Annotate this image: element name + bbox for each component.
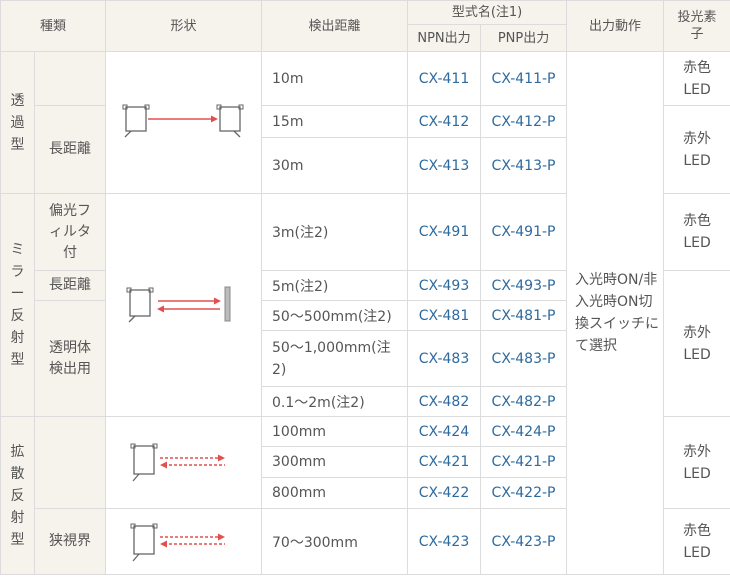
led-type: 赤色LED — [663, 193, 730, 271]
model-npn-link[interactable]: CX-482 — [407, 386, 482, 417]
led-type: 赤色LED — [663, 51, 730, 106]
model-npn-link[interactable]: CX-421 — [407, 446, 482, 478]
distance-cell: 15m — [261, 105, 409, 138]
shape-diffuse — [105, 416, 263, 509]
header-pnp: PNP出力 — [480, 24, 568, 52]
subcategory-empty — [33, 51, 107, 106]
category-through: 透過型 — [0, 51, 35, 194]
model-pnp-link[interactable]: CX-411-P — [480, 51, 568, 106]
header-npn: NPN出力 — [407, 24, 482, 52]
model-npn-link[interactable]: CX-481 — [407, 300, 482, 331]
distance-cell: 3m(注2) — [261, 193, 409, 271]
model-pnp-link[interactable]: CX-482-P — [480, 386, 568, 417]
distance-cell: 300mm — [261, 446, 409, 478]
narrow-view-sensor-icon — [130, 523, 225, 561]
model-pnp-link[interactable]: CX-491-P — [480, 193, 568, 271]
subcategory-long-range: 長距離 — [33, 105, 107, 194]
sensor-spec-table: 種類 形状 検出距離 型式名(注1) 出力動作 投光素子 NPN出力 PNP出力… — [0, 0, 730, 575]
header-output: 出力動作 — [566, 0, 665, 52]
subcategory-polarizing: 偏光フィルタ付 — [33, 193, 107, 271]
model-pnp-link[interactable]: CX-413-P — [480, 137, 568, 194]
model-pnp-link[interactable]: CX-422-P — [480, 477, 568, 509]
model-npn-link[interactable]: CX-423 — [407, 508, 482, 575]
shape-mirror — [105, 193, 263, 417]
model-npn-link[interactable]: CX-483 — [407, 330, 482, 387]
retroreflective-sensor-icon — [126, 286, 231, 323]
distance-cell: 70～300mm — [261, 508, 409, 575]
shape-through — [105, 51, 263, 194]
distance-cell: 30m — [261, 137, 409, 194]
distance-cell: 50～500mm(注2) — [261, 300, 409, 331]
subcategory-narrow-view: 狭視界 — [33, 508, 107, 575]
model-npn-link[interactable]: CX-491 — [407, 193, 482, 271]
output-action: 入光時ON/非入光時ON切換スイッチにて選択 — [566, 51, 665, 575]
led-type: 赤色LED — [663, 508, 730, 575]
category-diffuse: 拡散反射型 — [0, 416, 35, 575]
model-npn-link[interactable]: CX-412 — [407, 105, 482, 138]
distance-cell: 50～1,000mm(注2) — [261, 330, 409, 387]
subcategory-empty — [33, 416, 107, 509]
subcategory-transparent: 透明体検出用 — [33, 300, 107, 417]
model-npn-link[interactable]: CX-411 — [407, 51, 482, 106]
model-npn-link[interactable]: CX-422 — [407, 477, 482, 509]
header-kind: 種類 — [0, 0, 107, 52]
diffuse-sensor-icon — [130, 443, 225, 481]
header-emitter: 投光素子 — [663, 0, 730, 52]
model-npn-link[interactable]: CX-413 — [407, 137, 482, 194]
model-npn-link[interactable]: CX-424 — [407, 416, 482, 447]
distance-cell: 800mm — [261, 477, 409, 509]
header-shape: 形状 — [105, 0, 263, 52]
model-pnp-link[interactable]: CX-423-P — [480, 508, 568, 575]
header-distance: 検出距離 — [261, 0, 409, 52]
category-mirror: ミラー反射型 — [0, 193, 35, 417]
model-pnp-link[interactable]: CX-493-P — [480, 270, 568, 301]
led-type: 赤外LED — [663, 105, 730, 194]
distance-cell: 0.1～2m(注2) — [261, 386, 409, 417]
distance-cell: 10m — [261, 51, 409, 106]
led-type: 赤外LED — [663, 416, 730, 509]
model-pnp-link[interactable]: CX-481-P — [480, 300, 568, 331]
header-model: 型式名(注1) — [407, 0, 568, 25]
distance-cell: 5m(注2) — [261, 270, 409, 301]
subcategory-long-range: 長距離 — [33, 270, 107, 301]
table-row: 透過型 10m CX-411 CX-411-P 入光時ON/非入光時ON切換スイ… — [0, 51, 730, 575]
led-type: 赤外LED — [663, 270, 730, 417]
through-beam-sensor-icon — [122, 104, 244, 137]
model-pnp-link[interactable]: CX-412-P — [480, 105, 568, 138]
model-pnp-link[interactable]: CX-424-P — [480, 416, 568, 447]
shape-diffuse-narrow — [105, 508, 263, 575]
model-pnp-link[interactable]: CX-483-P — [480, 330, 568, 387]
model-npn-link[interactable]: CX-493 — [407, 270, 482, 301]
model-pnp-link[interactable]: CX-421-P — [480, 446, 568, 478]
distance-cell: 100mm — [261, 416, 409, 447]
